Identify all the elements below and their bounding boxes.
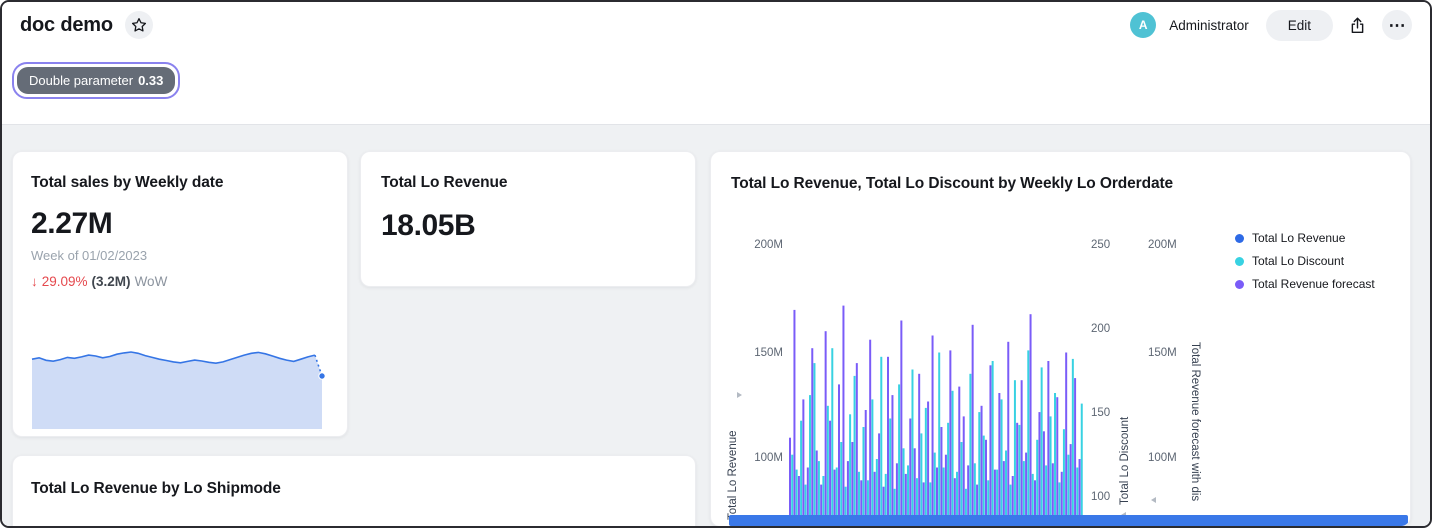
legend-item[interactable]: Total Lo Discount (1235, 254, 1375, 268)
legend-dot-forecast (1235, 280, 1244, 289)
right-axis-tick: 150M (1148, 347, 1177, 359)
mid-axis-tick: 200 (1091, 323, 1110, 335)
avatar-initial: A (1139, 18, 1148, 32)
axis-pan-icon[interactable] (1151, 497, 1156, 503)
mid-axis-tick: 250 (1091, 239, 1110, 251)
left-axis-tick: 150M (739, 347, 783, 359)
left-axis-title: Total Lo Revenue (727, 405, 739, 520)
right-axis-title: Total Revenue forecast with dis (1189, 342, 1201, 527)
mid-axis-tick: 150 (1091, 407, 1110, 419)
legend-dot-discount (1235, 257, 1244, 266)
favorite-star-button[interactable] (125, 11, 153, 39)
user-name: Administrator (1169, 18, 1249, 33)
kpi-delta: ↓ 29.09% (3.2M) WoW (31, 274, 329, 289)
app-header: doc demo A Administrator Edit ⋯ (2, 2, 1430, 48)
combo-bars-svg (789, 212, 1083, 527)
kpi-value: 18.05B (381, 209, 675, 243)
shipmode-chart-card[interactable]: Total Lo Revenue by Lo Shipmode (12, 455, 696, 528)
share-button[interactable] (1346, 14, 1369, 37)
legend-dot-revenue (1235, 234, 1244, 243)
legend-label: Total Lo Discount (1252, 254, 1344, 268)
share-icon (1348, 16, 1367, 35)
star-icon (131, 17, 147, 33)
right-axis-tick: 200M (1148, 239, 1177, 251)
combo-chart-card[interactable]: Total Lo Revenue, Total Lo Discount by W… (710, 151, 1411, 527)
kpi-card-total-sales[interactable]: Total sales by Weekly date 2.27M Week of… (12, 151, 348, 437)
axis-pan-icon[interactable] (737, 392, 742, 398)
card-title: Total Lo Revenue, Total Lo Discount by W… (731, 175, 1173, 193)
legend-label: Total Lo Revenue (1252, 231, 1345, 245)
parameter-bar: Double parameter 0.33 (2, 48, 1430, 124)
document-title: doc demo (20, 14, 113, 37)
dashboard-window: doc demo A Administrator Edit ⋯ (0, 0, 1432, 528)
delta-percent: 29.09% (42, 274, 88, 289)
chart-horizontal-scrollbar[interactable] (729, 515, 1408, 526)
card-title: Total Lo Revenue by Lo Shipmode (31, 480, 677, 498)
mid-axis-tick: 100 (1091, 491, 1110, 503)
dashboard-canvas: Total sales by Weekly date 2.27M Week of… (2, 124, 1430, 526)
kpi-subtitle: Week of 01/02/2023 (31, 248, 329, 263)
parameter-label: Double parameter (29, 73, 133, 88)
more-button[interactable]: ⋯ (1382, 10, 1412, 40)
parameter-chip[interactable]: Double parameter 0.33 (12, 62, 180, 99)
mid-axis-title: Total Lo Discount (1119, 400, 1131, 505)
legend-item[interactable]: Total Revenue forecast (1235, 277, 1375, 291)
card-title: Total sales by Weekly date (31, 174, 329, 192)
kpi-value: 2.27M (31, 207, 329, 241)
edit-button[interactable]: Edit (1266, 10, 1333, 41)
left-axis-tick: 200M (739, 239, 783, 251)
kpi-card-total-lo-revenue[interactable]: Total Lo Revenue 18.05B (360, 151, 696, 287)
legend-item[interactable]: Total Lo Revenue (1235, 231, 1375, 245)
chart-legend: Total Lo Revenue Total Lo Discount Total… (1235, 231, 1375, 300)
card-title: Total Lo Revenue (381, 174, 675, 192)
delta-down-arrow-icon: ↓ (31, 274, 38, 289)
delta-absolute: (3.2M) (92, 274, 131, 289)
parameter-value: 0.33 (138, 73, 163, 88)
right-axis-tick: 100M (1148, 452, 1177, 464)
left-axis-tick: 100M (739, 452, 783, 464)
avatar[interactable]: A (1130, 12, 1156, 38)
delta-period: WoW (135, 274, 168, 289)
legend-label: Total Revenue forecast (1252, 277, 1375, 291)
sales-sparkline-chart (31, 347, 333, 429)
